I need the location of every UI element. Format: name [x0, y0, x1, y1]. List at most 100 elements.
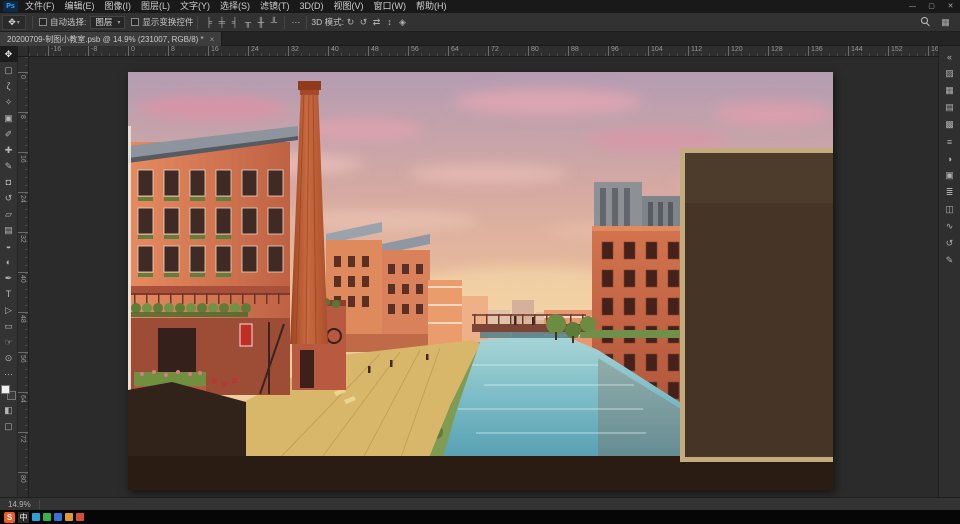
- pen-tool[interactable]: ✒: [0, 270, 18, 286]
- taskbar-tray-icon[interactable]: [32, 513, 40, 521]
- menu-item[interactable]: 3D(D): [295, 0, 329, 13]
- swatches-panel-icon[interactable]: ▦: [940, 82, 960, 99]
- quick-mask-icon[interactable]: ◧: [0, 402, 18, 418]
- ruler-number: 88: [568, 46, 608, 56]
- ruler-number: 48: [18, 312, 28, 352]
- 3d-slide-icon[interactable]: ↕: [383, 15, 396, 30]
- move-tool[interactable]: ✥: [0, 46, 18, 62]
- menu-item[interactable]: 帮助(H): [411, 0, 452, 13]
- zoom-level[interactable]: 14.9%: [8, 500, 31, 509]
- blur-tool[interactable]: ◒: [0, 238, 18, 254]
- color-panel-icon[interactable]: ▨: [940, 65, 960, 82]
- patterns-panel-icon[interactable]: ▩: [940, 116, 960, 133]
- taskbar-tray-icon[interactable]: [43, 513, 51, 521]
- properties-panel-icon[interactable]: ≡: [940, 133, 960, 150]
- menu-item[interactable]: 文字(Y): [175, 0, 215, 13]
- menu-item[interactable]: 窗口(W): [369, 0, 412, 13]
- auto-select-dropdown[interactable]: 图层 ▾: [90, 15, 126, 29]
- align-top-icon[interactable]: ╥: [241, 15, 254, 30]
- gradients-panel-icon[interactable]: ▤: [940, 99, 960, 116]
- canvas-area[interactable]: [29, 57, 938, 497]
- search-icon[interactable]: [921, 17, 931, 27]
- lasso-tool[interactable]: ζ: [0, 78, 18, 94]
- clone-stamp-tool[interactable]: ◘: [0, 174, 18, 190]
- menu-item[interactable]: 图层(L): [136, 0, 175, 13]
- type-tool[interactable]: T: [0, 286, 18, 302]
- horizontal-ruler[interactable]: -16 -8 0 8 16 24 32 40 48 56 64 72 80 88 96 104 112 120 12…: [29, 46, 938, 57]
- path-selection-tool[interactable]: ▷: [0, 302, 18, 318]
- 3d-scale-icon[interactable]: ◈: [396, 15, 409, 30]
- menu-item[interactable]: 滤镜(T): [255, 0, 295, 13]
- menu-item[interactable]: 选择(S): [215, 0, 255, 13]
- layers-panel-icon[interactable]: ≣: [940, 184, 960, 201]
- shape-tool[interactable]: ▭: [0, 318, 18, 334]
- align-left-icon[interactable]: ╞: [202, 15, 215, 30]
- align-center-horizontal-icon[interactable]: ╪: [215, 15, 228, 30]
- separator: [32, 15, 33, 29]
- ruler-number: 32: [18, 232, 28, 272]
- input-language-icon[interactable]: 中: [18, 511, 29, 523]
- quick-selection-tool[interactable]: ✧: [0, 94, 18, 110]
- history-panel-icon[interactable]: ↺: [940, 235, 960, 252]
- tool-preset-icon[interactable]: ✥ ▾: [2, 14, 26, 30]
- paths-panel-icon[interactable]: ∿: [940, 218, 960, 235]
- taskbar-tray-icon[interactable]: [76, 513, 84, 521]
- color-swatches[interactable]: [1, 384, 16, 400]
- show-transform-label: 显示变换控件: [142, 17, 194, 27]
- zoom-tool[interactable]: ⊙: [0, 350, 18, 366]
- window-controls: — ▢ ✕: [903, 0, 960, 13]
- auto-select-checkbox[interactable]: [39, 18, 47, 26]
- hand-tool[interactable]: ☞: [0, 334, 18, 350]
- channels-panel-icon[interactable]: ◫: [940, 201, 960, 218]
- align-right-icon[interactable]: ╡: [228, 15, 241, 30]
- menu-items: 文件(F) 编辑(E) 图像(I) 图层(L) 文字(Y) 选择(S) 滤镜(T) 3D(D)…: [20, 0, 452, 13]
- align-bottom-icon[interactable]: ╨: [267, 15, 280, 30]
- foreground-color-swatch[interactable]: [1, 385, 10, 394]
- document-tab[interactable]: 20200709-制图小教室.psb @ 14.9% (231007, RGB/…: [0, 32, 223, 46]
- brush-tool[interactable]: ✎: [0, 158, 18, 174]
- show-transform-checkbox[interactable]: [131, 18, 140, 26]
- taskbar-tray-icon[interactable]: [65, 513, 73, 521]
- sogou-input-icon[interactable]: S: [4, 511, 15, 523]
- gradient-tool[interactable]: ▤: [0, 222, 18, 238]
- document-canvas[interactable]: [128, 72, 833, 490]
- workspace-icon[interactable]: ▦: [939, 15, 952, 30]
- eyedropper-tool[interactable]: ✐: [0, 126, 18, 142]
- ruler-origin-corner[interactable]: [18, 46, 29, 57]
- menu-item[interactable]: 文件(F): [20, 0, 60, 13]
- eraser-tool[interactable]: ▱: [0, 206, 18, 222]
- crop-tool[interactable]: ▣: [0, 110, 18, 126]
- edit-toolbar-icon[interactable]: ⋯: [0, 366, 18, 382]
- align-middle-icon[interactable]: ╫: [254, 15, 267, 30]
- menu-item[interactable]: 视图(V): [329, 0, 369, 13]
- 3d-rotate-icon[interactable]: ↻: [344, 15, 357, 30]
- ruler-number: 40: [328, 46, 368, 56]
- tab-close-icon[interactable]: ×: [210, 35, 215, 44]
- menu-bar: Ps 文件(F) 编辑(E) 图像(I) 图层(L) 文字(Y) 选择(S) 滤镜(T) 3D…: [0, 0, 960, 13]
- vertical-ruler[interactable]: 0 8 16 24 32 40 48 56 64 72 80: [18, 57, 29, 497]
- 3d-mode-icons: ↻ ↺ ⇄ ↕ ◈: [344, 15, 409, 30]
- 3d-pan-icon[interactable]: ⇄: [370, 15, 383, 30]
- marquee-tool[interactable]: ▢: [0, 62, 18, 78]
- adjustments-panel-icon[interactable]: ◑: [940, 150, 960, 167]
- auto-select-value: 图层: [95, 17, 113, 27]
- ruler-number: 16: [18, 152, 28, 192]
- close-button[interactable]: ✕: [941, 0, 960, 13]
- taskbar-tray-icon[interactable]: [54, 513, 62, 521]
- minimize-button[interactable]: —: [903, 0, 922, 13]
- healing-brush-tool[interactable]: ✚: [0, 142, 18, 158]
- menu-item[interactable]: 图像(I): [100, 0, 137, 13]
- history-brush-tool[interactable]: ↺: [0, 190, 18, 206]
- collapse-panels-icon[interactable]: «: [940, 48, 960, 65]
- brushes-panel-icon[interactable]: ✎: [940, 252, 960, 269]
- dodge-tool[interactable]: ◐: [0, 254, 18, 270]
- screen-mode-icon[interactable]: ▢: [0, 418, 18, 434]
- maximize-button[interactable]: ▢: [922, 0, 941, 13]
- 3d-roll-icon[interactable]: ↺: [357, 15, 370, 30]
- menu-item[interactable]: 编辑(E): [60, 0, 100, 13]
- separator: [38, 499, 40, 509]
- ruler-number: 96: [608, 46, 648, 56]
- libraries-panel-icon[interactable]: ▣: [940, 167, 960, 184]
- more-options-icon[interactable]: ⋯: [289, 15, 302, 30]
- status-bar: 14.9%: [0, 497, 960, 510]
